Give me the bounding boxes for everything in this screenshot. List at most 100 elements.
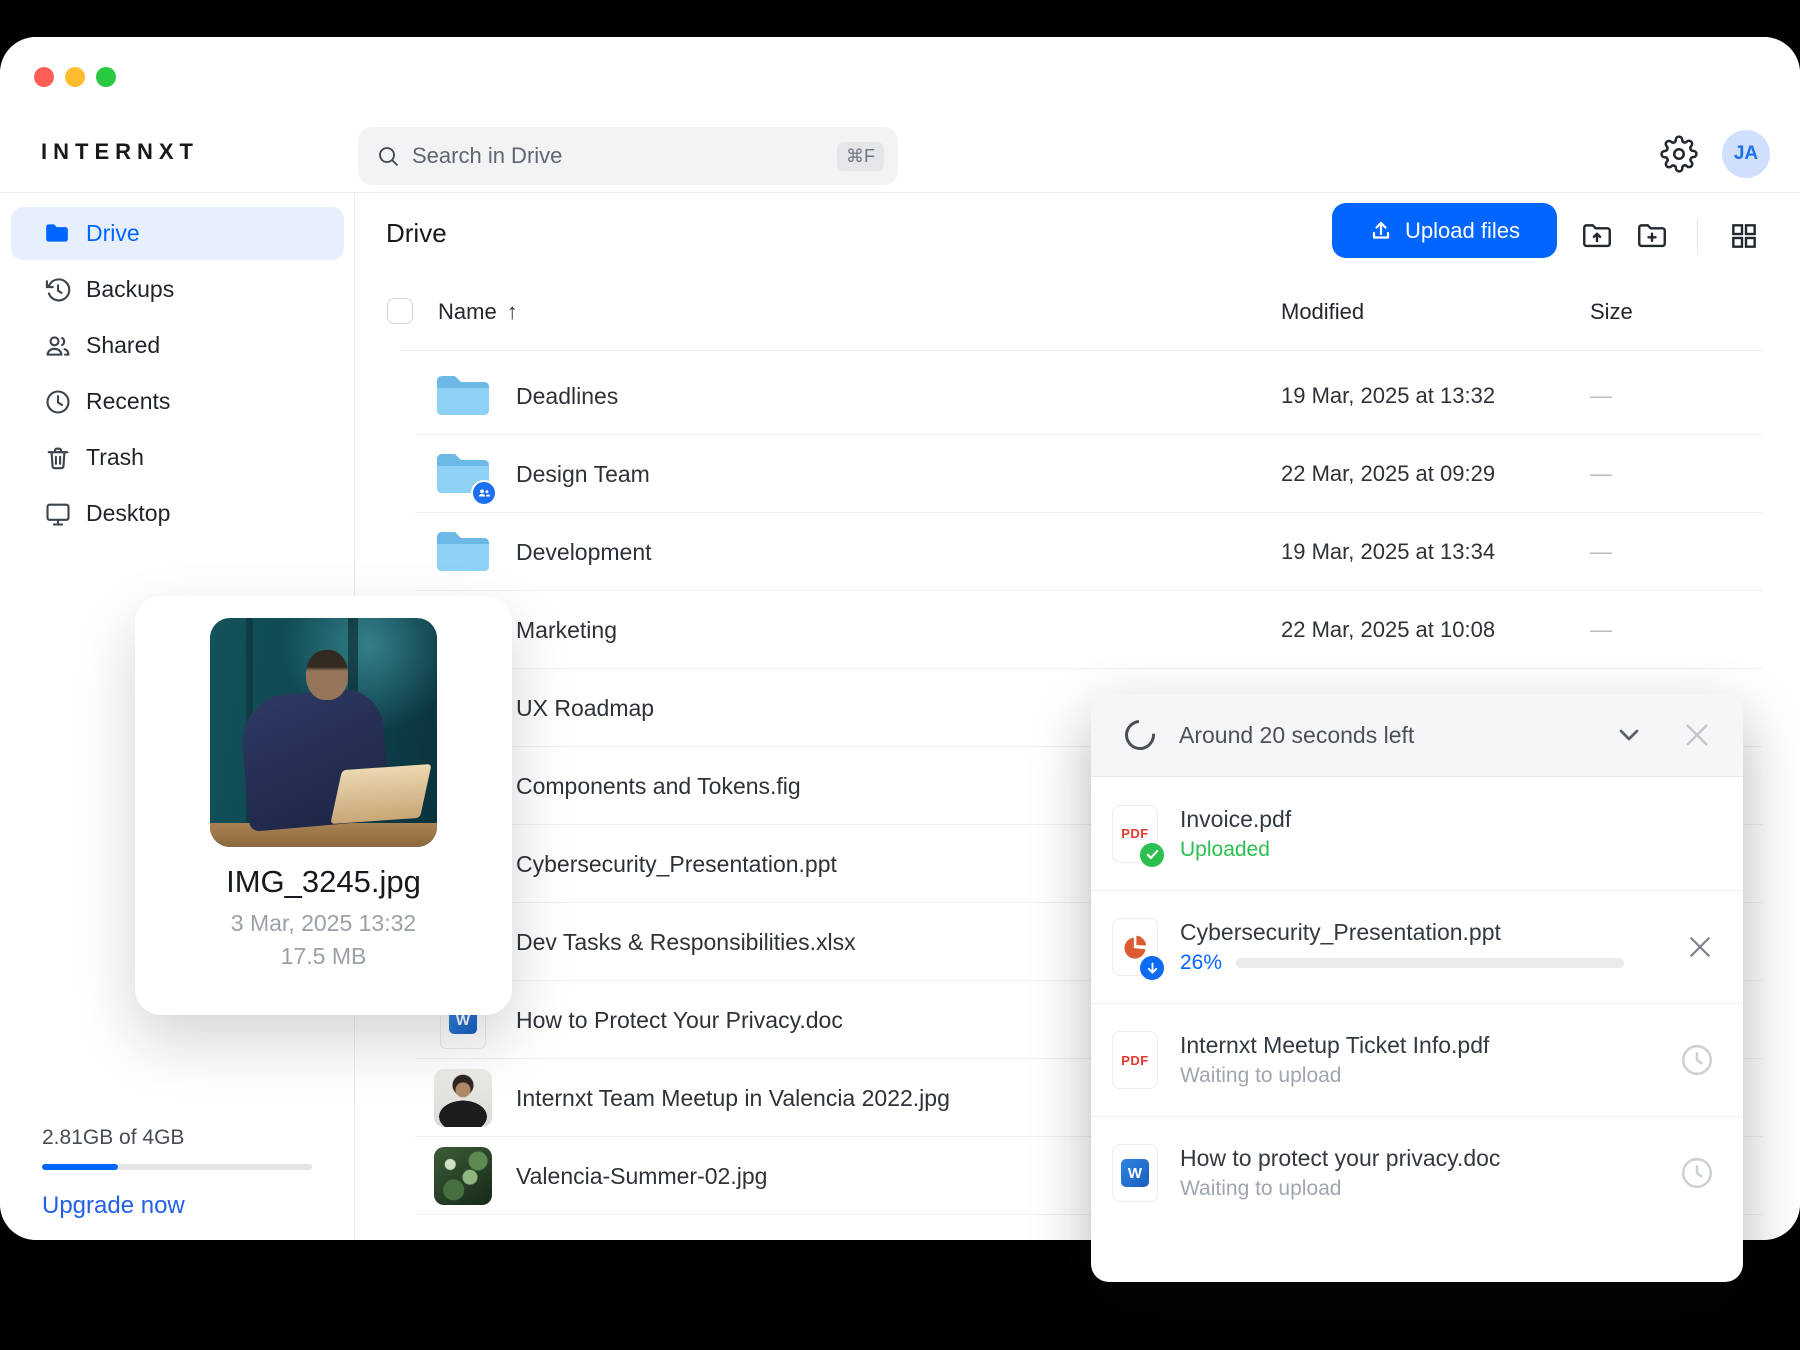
shared-people-icon [44,332,72,360]
file-name: Design Team [516,461,650,488]
file-name-cell: Valencia-Summer-02.jpg [433,1137,767,1215]
file-name-cell: Design Team [433,435,650,513]
upload-icon [1369,219,1393,243]
sidebar-item-drive[interactable]: Drive [11,207,344,260]
window-close-button[interactable] [34,67,54,87]
upload-item: PDF Internxt Meetup Ticket Info.pdf Waiti… [1091,1003,1743,1116]
search-icon [376,144,400,168]
file-name: Components and Tokens.fig [516,773,801,800]
upload-item-name: Internxt Meetup Ticket Info.pdf [1180,1032,1489,1059]
progress-bar [1236,958,1624,968]
file-preview-tooltip: IMG_3245.jpg 3 Mar, 2025 13:32 17.5 MB [135,596,512,1015]
table-row[interactable]: Deadlines 19 Mar, 2025 at 13:32 — [355,357,1800,435]
sidebar-item-label: Trash [86,444,144,471]
upload-item: PDF Invoice.pdfUploaded [1091,777,1743,890]
upload-status-label: Waiting to upload [1180,1177,1500,1201]
upgrade-now-link[interactable]: Upgrade now [42,1192,312,1220]
storage-progress-fill [42,1164,118,1170]
sidebar-nav: Drive Backups Shared Recents Trash Deskt… [0,193,354,540]
sidebar-item-recents[interactable]: Recents [11,375,344,428]
file-modified-cell: 19 Mar, 2025 at 13:32 [1281,357,1495,435]
sidebar-item-label: Drive [86,220,140,247]
file-size-cell: — [1590,591,1612,669]
file-name-cell: Development [433,513,652,591]
sidebar-item-trash[interactable]: Trash [11,431,344,484]
internxt-logo: INTERNXT [41,139,199,165]
sidebar-item-shared[interactable]: Shared [11,319,344,372]
window-zoom-button[interactable] [96,67,116,87]
file-name-cell: Deadlines [433,357,618,435]
file-name: How to Protect Your Privacy.doc [516,1007,843,1034]
folder-icon [433,527,493,577]
spinner-icon [1119,714,1161,756]
desktop-monitor-icon [44,500,72,528]
table-header-divider [400,350,1762,351]
file-name: Marketing [516,617,617,644]
preview-filename: IMG_3245.jpg [135,864,512,900]
uploading-arrow-badge [1138,954,1166,982]
shared-folder-badge [471,480,497,506]
photo-thumbnail [434,1147,492,1205]
file-name: Development [516,539,652,566]
pdf-file-icon: PDF [1121,826,1149,841]
toast-time-remaining: Around 20 seconds left [1179,722,1414,749]
window-minimize-button[interactable] [65,67,85,87]
folder-icon [433,371,493,421]
storage-progress-bar [42,1164,312,1170]
cancel-upload-button[interactable] [1685,932,1715,962]
avatar[interactable]: JA [1722,130,1770,178]
storage-usage-label: 2.81GB of 4GB [42,1126,312,1150]
sidebar-item-label: Shared [86,332,160,359]
upload-item-name: Invoice.pdf [1180,806,1291,833]
sidebar-item-label: Desktop [86,500,170,527]
upload-item-name: How to protect your privacy.doc [1180,1145,1500,1172]
waiting-indicator [1679,1155,1715,1191]
column-header-name[interactable]: Name↑ [438,299,518,325]
sidebar-item-label: Backups [86,276,174,303]
file-modified-cell: 22 Mar, 2025 at 09:29 [1281,435,1495,513]
file-modified-cell: 19 Mar, 2025 at 13:34 [1281,513,1495,591]
grid-view-button[interactable] [1724,216,1764,256]
search-bar[interactable]: ⌘F [358,127,898,185]
preview-date: 3 Mar, 2025 13:32 [135,910,512,937]
drive-folder-icon [44,220,72,248]
upload-item: Cybersecurity_Presentation.ppt 26% [1091,890,1743,1003]
upload-files-button[interactable]: Upload files [1332,203,1557,258]
upload-folder-button[interactable] [1577,216,1617,256]
table-row[interactable]: Development 19 Mar, 2025 at 13:34 — [355,513,1800,591]
toast-close-button[interactable] [1681,719,1713,751]
file-name: Valencia-Summer-02.jpg [516,1163,767,1190]
pdf-file-icon: PDF [1121,1053,1149,1068]
progress-percent-label: 26% [1180,951,1222,975]
upload-status-label: Waiting to upload [1180,1064,1489,1088]
folder-upload-icon [1580,219,1614,253]
column-header-size: Size [1590,299,1633,325]
close-icon [1681,719,1713,751]
search-input[interactable] [412,143,837,169]
new-folder-button[interactable] [1632,216,1672,256]
settings-button[interactable] [1660,135,1698,173]
name-column-label: Name [438,299,497,324]
waiting-indicator [1679,1042,1715,1078]
recents-clock-icon [44,388,72,416]
page-title: Drive [386,218,447,249]
sidebar-item-desktop[interactable]: Desktop [11,487,344,540]
file-name: Dev Tasks & Responsibilities.xlsx [516,929,856,956]
chevron-down-icon [1613,719,1645,751]
toast-collapse-button[interactable] [1613,719,1645,751]
upload-item: W How to protect your privacy.doc Waiting… [1091,1116,1743,1229]
file-name: Internxt Team Meetup in Valencia 2022.jp… [516,1085,950,1112]
table-row[interactable]: Design Team 22 Mar, 2025 at 09:29 — [355,435,1800,513]
sidebar-item-backups[interactable]: Backups [11,263,344,316]
select-all-checkbox[interactable] [387,298,413,324]
waiting-clock-icon [1679,1042,1715,1078]
table-row[interactable]: Marketing 22 Mar, 2025 at 10:08 — [355,591,1800,669]
toast-item-list: PDF Invoice.pdfUploaded Cybersecurity_Pr… [1091,777,1743,1229]
file-modified-cell: 22 Mar, 2025 at 10:08 [1281,591,1495,669]
file-name: Deadlines [516,383,618,410]
upload-item-name: Cybersecurity_Presentation.ppt [1180,919,1624,946]
upload-progress-toast: Around 20 seconds left PDF Invoice.pdfUp… [1091,694,1743,1282]
preview-photo [210,618,437,847]
storage-widget: 2.81GB of 4GB Upgrade now [42,1126,312,1220]
word-file-icon: W [1121,1159,1149,1187]
